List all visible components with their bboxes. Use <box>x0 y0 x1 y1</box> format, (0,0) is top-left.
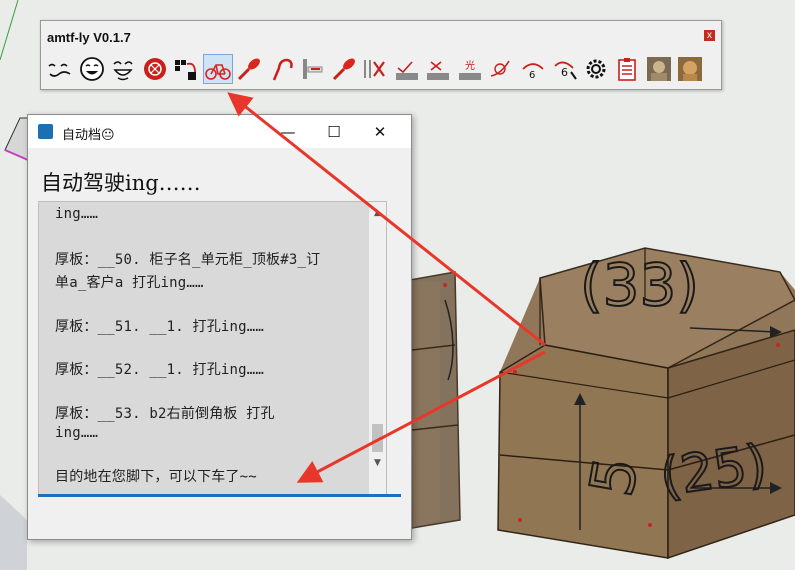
minimize-button[interactable]: — <box>265 115 311 148</box>
log-line: 单a_客户a 打孔ing…… <box>55 275 204 291</box>
tool-drill2-icon[interactable] <box>329 54 359 84</box>
log-textarea[interactable]: ing…… 厚板：__50. 柜子名_单元柜_顶板#3_订 单a_客户a 打孔i… <box>38 201 387 497</box>
scene-label-33: (33) <box>580 251 699 319</box>
svg-text:6: 6 <box>529 70 535 81</box>
app-icon <box>38 124 53 139</box>
log-line: 目的地在您脚下，可以下车了~~ <box>55 469 257 485</box>
log-line: 厚板：__53. b2右前倒角板 打孔 <box>55 406 275 422</box>
tool-tray1-icon[interactable] <box>392 54 422 84</box>
close-button[interactable]: ✕ <box>357 115 403 148</box>
tool-gear-icon[interactable] <box>581 54 611 84</box>
tool-red-badge-icon[interactable] <box>140 54 170 84</box>
toolbar-close-button[interactable]: x <box>704 30 715 41</box>
tool-probe6-icon[interactable]: 6 <box>549 54 579 84</box>
scroll-up-icon[interactable]: ▲ <box>369 204 386 221</box>
tool-smile-icon[interactable] <box>77 54 107 84</box>
tool-photo2-icon[interactable] <box>675 54 705 84</box>
tool-drill-icon[interactable] <box>234 54 264 84</box>
dialog-title: 自动档😐 <box>62 128 115 143</box>
tool-wavy-face-icon[interactable] <box>45 54 75 84</box>
cabinet-middle <box>409 271 461 529</box>
tool-tray3-icon[interactable]: 光 <box>455 54 485 84</box>
tool-bike-icon[interactable] <box>202 54 233 84</box>
log-line: 厚板：__52. __1. 打孔ing…… <box>55 362 265 378</box>
tool-row: 光 6 6 <box>45 54 707 86</box>
log-line: ing…… <box>55 425 99 441</box>
tool-hook-icon[interactable] <box>266 54 296 84</box>
scroll-thumb[interactable] <box>372 424 383 452</box>
tool-photo1-icon[interactable] <box>644 54 674 84</box>
maximize-button[interactable]: ☐ <box>311 115 357 148</box>
plugin-toolbar: amtf-ly V0.1.7 x 光 6 6 <box>40 20 722 90</box>
tool-swirl-icon[interactable] <box>486 54 516 84</box>
tool-squares-icon[interactable] <box>171 54 201 84</box>
autopilot-dialog: 自动档😐 — ☐ ✕ 自动驾驶ing…… ing…… 厚板：__50. 柜子名_… <box>27 114 412 540</box>
dialog-titlebar[interactable]: 自动档😐 — ☐ ✕ <box>28 115 411 148</box>
tool-tray2-icon[interactable] <box>423 54 453 84</box>
dialog-heading: 自动驾驶ing…… <box>41 171 201 195</box>
log-focus-underline <box>38 494 401 497</box>
log-scrollbar[interactable]: ▲ ▼ <box>369 202 386 496</box>
scroll-down-icon[interactable]: ▼ <box>369 454 386 471</box>
tool-laugh-icon[interactable] <box>108 54 138 84</box>
svg-text:6: 6 <box>561 66 568 79</box>
tool-panel-icon[interactable] <box>297 54 327 84</box>
svg-text:光: 光 <box>465 59 475 72</box>
tool-rotate6-icon[interactable]: 6 <box>518 54 548 84</box>
log-line: ing…… <box>55 206 99 222</box>
tool-clipboard-icon[interactable] <box>612 54 642 84</box>
log-line: 厚板：__50. 柜子名_单元柜_顶板#3_订 <box>55 252 321 268</box>
toolbar-title: amtf-ly V0.1.7 <box>47 30 131 45</box>
log-line: 厚板：__51. __1. 打孔ing…… <box>55 319 265 335</box>
tool-cut-icon[interactable] <box>360 54 390 84</box>
